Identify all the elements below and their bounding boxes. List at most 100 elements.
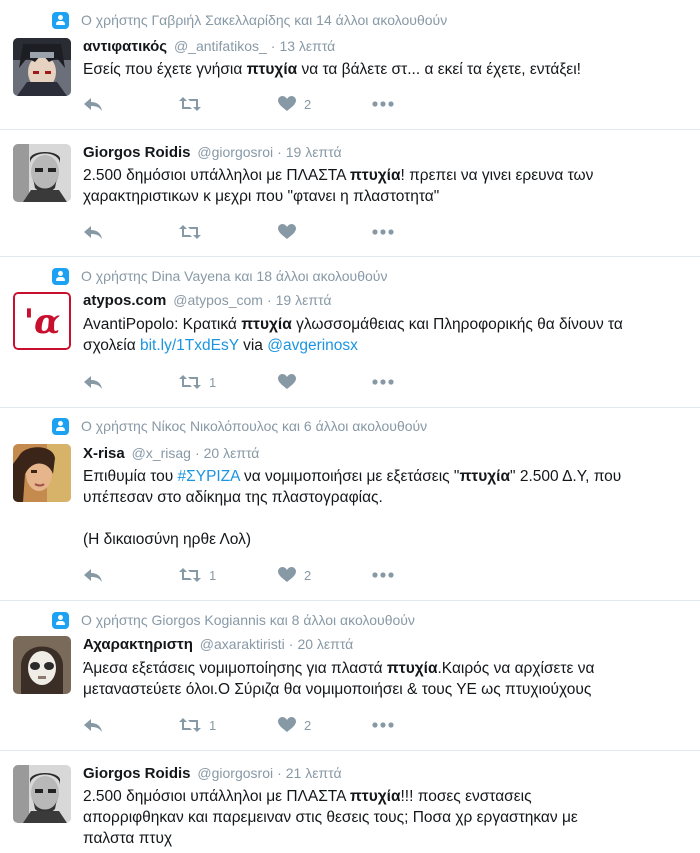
tweet-text-segment: via	[238, 337, 268, 354]
avatar[interactable]: 'α	[13, 292, 71, 350]
tweet[interactable]: Ο χρήστης Γαβριήλ Σακελλαρίδης και 14 άλ…	[0, 0, 700, 130]
tweet-text: 2.500 δημόσιοι υπάλληλοι με ΠΛΑΣΤΑ πτυχί…	[83, 786, 683, 849]
more-icon	[372, 379, 394, 385]
retweet-icon	[179, 375, 201, 389]
tweet-text-segment: να νομιμοποιήσει με εξετάσεις "	[239, 468, 460, 485]
reply-button[interactable]	[83, 222, 103, 242]
retweet-button[interactable]: 1	[179, 372, 216, 392]
timestamp[interactable]: 20 λεπτά	[297, 636, 353, 652]
tweet-text: Εσείς που έχετε γνήσια πτυχία να τα βάλε…	[83, 59, 683, 80]
timeline: Ο χρήστης Γαβριήλ Σακελλαρίδης και 14 άλ…	[0, 0, 700, 853]
tweet[interactable]: Ο χρήστης Dina Vayena και 18 άλλοι ακολο…	[0, 257, 700, 408]
reply-button[interactable]	[83, 372, 103, 392]
retweet-icon	[179, 225, 201, 239]
follow-context: Ο χρήστης Νίκος Νικολόπουλος και 6 άλλοι…	[52, 416, 427, 436]
user-handle[interactable]: @giorgosroi	[197, 765, 273, 781]
tweet-text-segment: Εσείς που έχετε γνήσια	[83, 61, 247, 78]
like-button[interactable]: 2	[278, 565, 311, 585]
tweet-link[interactable]: #ΣΥΡΙΖΑ	[178, 468, 240, 485]
tweet-link[interactable]: bit.ly/1TxdEsY	[140, 337, 239, 354]
tweet-header: Giorgos Roidis @giorgosroi · 21 λεπτά	[83, 765, 342, 782]
avatar[interactable]	[13, 444, 71, 502]
timestamp[interactable]: 20 λεπτά	[204, 445, 260, 461]
person-icon	[52, 417, 69, 435]
heart-icon	[278, 717, 296, 732]
follow-context-text: Ο χρήστης Dina Vayena και 18 άλλοι ακολο…	[81, 268, 388, 284]
keyword-highlight: πτυχία	[246, 61, 298, 78]
tweet-text-segment: Άμεσα εξετάσεις νομιμοποίησης για πλαστά	[83, 660, 387, 677]
timestamp[interactable]: 19 λεπτά	[286, 144, 342, 160]
user-handle[interactable]: @atypos_com	[173, 292, 263, 308]
retweet-icon	[179, 718, 201, 732]
reply-button[interactable]	[83, 715, 103, 735]
like-count: 2	[304, 96, 312, 112]
keyword-highlight: πτυχία	[349, 167, 401, 184]
reply-button[interactable]	[83, 565, 103, 585]
tweet-header: Giorgos Roidis @giorgosroi · 19 λεπτά	[83, 144, 342, 161]
retweet-button[interactable]	[179, 94, 209, 114]
more-button[interactable]	[372, 222, 394, 242]
more-button[interactable]	[372, 372, 394, 392]
avatar[interactable]	[13, 636, 71, 694]
tweet-header: Αχαρακτηριστη @axaraktiristi · 20 λεπτά	[83, 636, 354, 653]
tweet-text-segment: Επιθυμία του	[83, 468, 178, 485]
avatar-logo-text: 'α	[24, 302, 61, 342]
user-handle[interactable]: @axaraktiristi	[200, 636, 285, 652]
retweet-button[interactable]	[179, 222, 209, 242]
heart-icon	[278, 224, 296, 239]
reply-icon	[84, 376, 102, 389]
user-handle[interactable]: @x_risag	[132, 445, 191, 461]
more-button[interactable]	[372, 565, 394, 585]
retweet-button[interactable]: 1	[179, 565, 216, 585]
tweet[interactable]: Giorgos Roidis @giorgosroi · 21 λεπτά 2.50…	[0, 751, 700, 853]
more-icon	[372, 722, 394, 728]
timestamp[interactable]: 19 λεπτά	[276, 292, 332, 308]
more-icon	[372, 572, 394, 578]
timestamp[interactable]: 21 λεπτά	[286, 765, 342, 781]
tweet-text: Άμεσα εξετάσεις νομιμοποίησης για πλαστά…	[83, 658, 683, 700]
timestamp[interactable]: 13 λεπτά	[279, 38, 335, 54]
display-name[interactable]: αντιφατικός	[83, 38, 167, 55]
like-button[interactable]	[278, 222, 304, 242]
more-icon	[372, 101, 394, 107]
tweet[interactable]: Giorgos Roidis @giorgosroi · 19 λεπτά 2.50…	[0, 130, 700, 257]
display-name[interactable]: atypos.com	[83, 292, 166, 309]
retweet-icon	[179, 97, 201, 111]
reply-icon	[84, 569, 102, 582]
avatar[interactable]	[13, 38, 71, 96]
like-button[interactable]	[278, 372, 304, 392]
more-button[interactable]	[372, 94, 394, 114]
tweet-link[interactable]: @avgerinosx	[267, 337, 358, 354]
tweet-text-segment: 2.500 δημόσιοι υπάλληλοι με ΠΛΑΣΤΑ	[83, 167, 350, 184]
display-name[interactable]: Giorgos Roidis	[83, 765, 191, 782]
tweet[interactable]: Ο χρήστης Νίκος Νικολόπουλος και 6 άλλοι…	[0, 408, 700, 601]
retweet-button[interactable]: 1	[179, 715, 216, 735]
retweet-count: 1	[209, 374, 217, 390]
tweet[interactable]: Ο χρήστης Giorgos Kogiannis και 8 άλλοι …	[0, 601, 700, 751]
display-name[interactable]: Giorgos Roidis	[83, 144, 191, 161]
person-icon	[52, 267, 69, 285]
retweet-icon	[179, 568, 201, 582]
heart-icon	[278, 374, 296, 389]
like-count: 2	[304, 567, 312, 583]
user-handle[interactable]: @_antifatikos_	[174, 38, 267, 54]
tweet-header: αντιφατικός @_antifatikos_ · 13 λεπτά	[83, 38, 336, 55]
like-button[interactable]: 2	[278, 94, 311, 114]
more-button[interactable]	[372, 715, 394, 735]
avatar[interactable]	[13, 144, 71, 202]
more-icon	[372, 229, 394, 235]
keyword-highlight: πτυχία	[349, 788, 401, 805]
display-name[interactable]: Αχαρακτηριστη	[83, 636, 193, 653]
person-icon	[52, 11, 69, 29]
like-button[interactable]: 2	[278, 715, 311, 735]
tweet-header: atypos.com @atypos_com · 19 λεπτά	[83, 292, 332, 309]
avatar[interactable]	[13, 765, 71, 823]
user-handle[interactable]: @giorgosroi	[197, 144, 273, 160]
reply-button[interactable]	[83, 94, 103, 114]
person-icon	[52, 611, 69, 629]
follow-context: Ο χρήστης Giorgos Kogiannis και 8 άλλοι …	[52, 610, 415, 630]
heart-icon	[278, 96, 296, 111]
display-name[interactable]: X-risa	[83, 445, 125, 462]
tweet-text: Επιθυμία του #ΣΥΡΙΖΑ να νομιμοποιήσει με…	[83, 466, 683, 550]
follow-context-text: Ο χρήστης Giorgos Kogiannis και 8 άλλοι …	[81, 612, 415, 628]
